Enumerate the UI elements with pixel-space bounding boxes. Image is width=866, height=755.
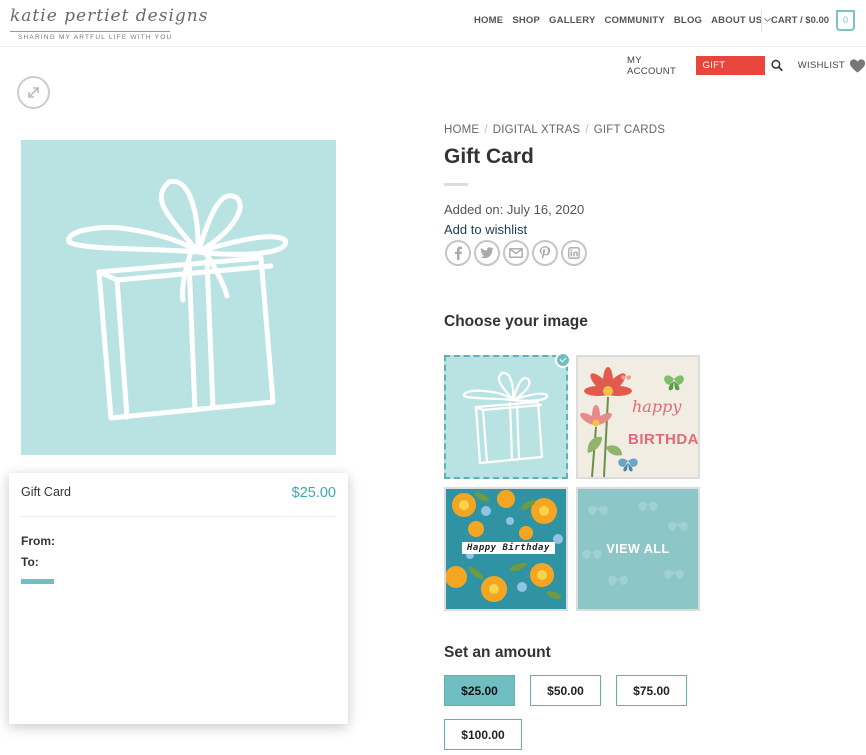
choose-image-heading: Choose your image (444, 313, 588, 330)
breadcrumb: HOME / DIGITAL XTRAS / GIFT CARDS (444, 124, 665, 136)
view-all-images-button[interactable]: VIEW ALL (576, 487, 700, 611)
secondary-nav: MY ACCOUNT GIFT CARDS WISHLIST (627, 55, 866, 90)
search-icon[interactable] (771, 59, 784, 72)
gift-box-thumbnail (462, 371, 549, 465)
nav-blog[interactable]: BLOG (674, 15, 702, 26)
product-main-image[interactable] (21, 140, 336, 455)
pinterest-icon[interactable] (532, 240, 558, 266)
image-option-gift-box[interactable] (444, 355, 568, 479)
zoom-button[interactable] (17, 76, 50, 109)
nav-divider (761, 10, 762, 32)
nav-about-us-label: ABOUT US (711, 15, 763, 26)
logo-underline (10, 31, 170, 32)
amount-option-100[interactable]: $100.00 (444, 719, 522, 750)
gift-card-preview: Gift Card $25.00 From: To: (9, 473, 348, 724)
cart-link[interactable]: CART / $0.00 (771, 15, 829, 26)
breadcrumb-separator: / (484, 124, 488, 136)
preview-accent-bar (21, 579, 54, 584)
preview-price: $25.00 (291, 485, 336, 501)
image-option-happy-birthday-floral[interactable]: Happy Birthday (444, 487, 568, 611)
linkedin-icon[interactable] (561, 240, 587, 266)
breadcrumb-home[interactable]: HOME (444, 124, 479, 136)
preview-divider (21, 516, 336, 517)
wishlist-link[interactable]: WISHLIST (798, 60, 845, 71)
nav-shop[interactable]: SHOP (512, 15, 540, 26)
amount-option-25[interactable]: $25.00 (444, 675, 515, 706)
breadcrumb-digital-xtras[interactable]: DIGITAL XTRAS (493, 124, 581, 136)
logo-tagline: SHARING MY ARTFUL LIFE WITH YOU (18, 34, 173, 41)
image-option-happy-birthday-flowers[interactable]: happy BIRTHDAY (576, 355, 700, 479)
happy-birthday-label: Happy Birthday (462, 542, 555, 554)
facebook-icon[interactable] (445, 240, 471, 266)
product-title: Gift Card (444, 145, 534, 168)
breadcrumb-gift-cards[interactable]: GIFT CARDS (594, 124, 665, 136)
preview-from-label: From: (21, 534, 55, 548)
nav-gallery[interactable]: GALLERY (549, 15, 595, 26)
nav-community[interactable]: COMMUNITY (604, 15, 664, 26)
added-on-date: Added on: July 16, 2020 (444, 202, 585, 217)
preview-title: Gift Card (21, 485, 72, 499)
preview-to-label: To: (21, 555, 39, 569)
logo-text: katie pertiet designs (10, 6, 209, 26)
selected-check-icon (555, 352, 571, 368)
breadcrumb-separator: / (585, 124, 589, 136)
expand-icon (28, 87, 39, 98)
main-nav: HOME SHOP GALLERY COMMUNITY BLOG ABOUT U… (474, 14, 779, 26)
twitter-icon[interactable] (474, 240, 500, 266)
title-divider (444, 183, 468, 186)
site-logo[interactable]: katie pertiet designs SHARING MY ARTFUL … (10, 6, 207, 42)
add-to-wishlist-link[interactable]: Add to wishlist (444, 222, 527, 237)
flowers-butterflies-illustration (580, 367, 684, 477)
set-amount-heading: Set an amount (444, 644, 551, 661)
gift-cards-button[interactable]: GIFT CARDS (696, 56, 766, 90)
heart-icon[interactable] (849, 58, 866, 74)
happy-text: happy (632, 397, 682, 416)
gift-box-illustration (66, 179, 289, 421)
amount-option-50[interactable]: $50.00 (530, 675, 601, 706)
cart-icon[interactable]: 0 (836, 10, 855, 31)
header-divider (0, 46, 866, 47)
share-buttons (445, 240, 590, 266)
email-icon[interactable] (503, 240, 529, 266)
birthday-text: BIRTHDAY (628, 431, 698, 448)
view-all-label: VIEW ALL (606, 542, 670, 556)
amount-option-75[interactable]: $75.00 (616, 675, 687, 706)
my-account-link[interactable]: MY ACCOUNT (627, 55, 689, 77)
nav-home[interactable]: HOME (474, 15, 503, 26)
